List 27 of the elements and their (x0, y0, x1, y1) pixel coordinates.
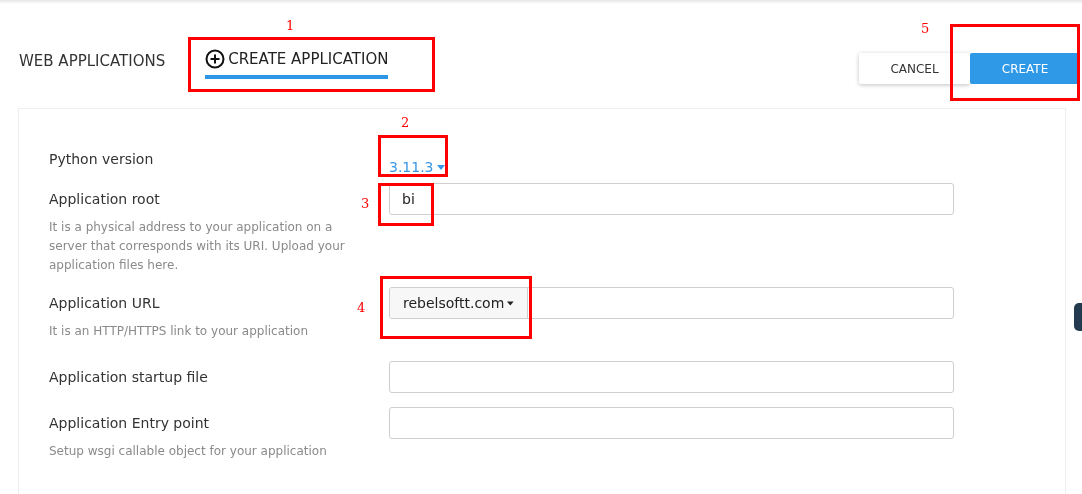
annotation-number: 1 (286, 17, 295, 35)
help-text: It is a physical address to your application on a server that corresponds with its URI. Upload your application files here. (49, 219, 346, 274)
caret-icon (436, 164, 445, 170)
field-label: Application startup file (49, 368, 208, 387)
cancel-button[interactable]: CANCEL (859, 53, 970, 84)
field-label: Python version (49, 150, 154, 169)
page-title: WEB APPLICATIONS (19, 51, 166, 72)
annotation-number: 5 (921, 20, 930, 38)
annotation-number: 4 (357, 299, 366, 317)
plus-circle-icon (205, 49, 226, 70)
caret-icon (507, 300, 514, 306)
field-label: Application root (49, 190, 160, 209)
help-text: It is an HTTP/HTTPS link to your application (49, 323, 309, 340)
text-field[interactable] (389, 407, 954, 439)
annotation-frame (378, 135, 448, 177)
text-field[interactable]: bi (389, 183, 954, 215)
field-label: Application Entry point (49, 414, 210, 433)
side-tab-icon (1074, 303, 1082, 331)
text-field[interactable] (389, 361, 954, 393)
create-application-tab[interactable]: CREATE APPLICATION (205, 48, 389, 79)
field-label: Application URL (49, 294, 160, 313)
help-text: Setup wsgi callable object for your application (49, 443, 328, 460)
url-field[interactable]: rebelsoftt.com (389, 287, 954, 319)
annotation-number: 3 (361, 195, 370, 213)
annotation-frame (378, 183, 434, 226)
annotation-number: 2 (401, 114, 410, 132)
domain-dropdown[interactable]: rebelsoftt.com (390, 288, 528, 318)
